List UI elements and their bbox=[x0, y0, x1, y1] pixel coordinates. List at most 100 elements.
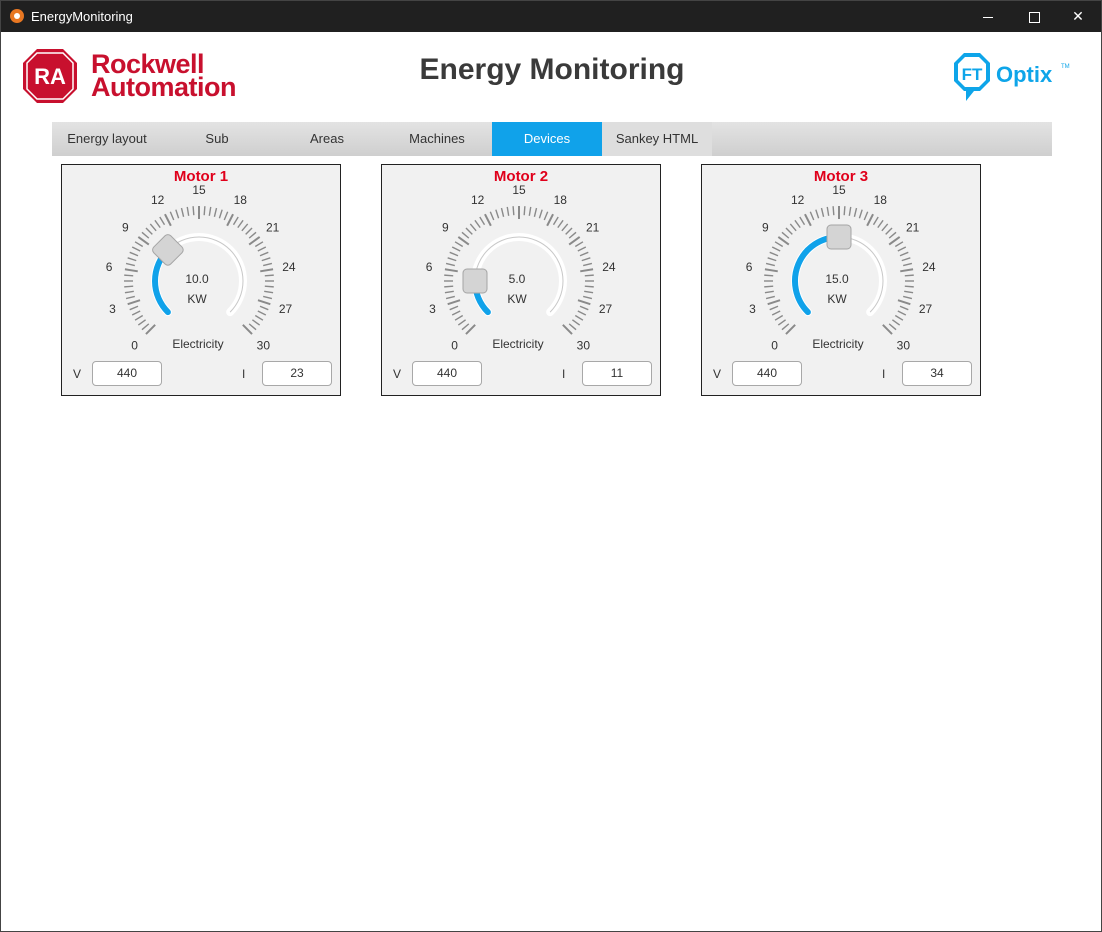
gauge-tick bbox=[891, 319, 901, 326]
tab-sub[interactable]: Sub bbox=[162, 122, 272, 156]
gauge-tick bbox=[223, 211, 229, 221]
gauge-tick bbox=[248, 236, 261, 246]
gauge-tick-label: 12 bbox=[151, 193, 165, 207]
minimize-button[interactable] bbox=[965, 1, 1011, 32]
gauge-tick bbox=[820, 207, 825, 217]
gauge-knob[interactable] bbox=[826, 224, 852, 250]
gauge-tick bbox=[764, 268, 778, 273]
gauge-tick bbox=[461, 323, 470, 331]
voltage-field[interactable]: 440 bbox=[412, 361, 482, 386]
gauge-tick bbox=[213, 207, 218, 217]
gauge-tick bbox=[447, 257, 457, 262]
gauge-tick bbox=[449, 305, 459, 311]
gauge-tick bbox=[259, 305, 269, 311]
gauge-tick bbox=[242, 324, 253, 335]
gauge-tick bbox=[543, 211, 549, 221]
current-label: I bbox=[242, 367, 246, 381]
gauge-unit: KW bbox=[187, 292, 207, 306]
gauge-tick bbox=[145, 227, 153, 235]
gauge-tick bbox=[853, 207, 858, 217]
gauge-tick bbox=[449, 251, 459, 257]
gauge-tick bbox=[581, 257, 591, 262]
close-icon: ✕ bbox=[1072, 8, 1084, 24]
gauge-tick bbox=[579, 251, 589, 257]
voltage-field[interactable]: 440 bbox=[732, 361, 802, 386]
gauge-tick bbox=[777, 236, 790, 246]
maximize-button[interactable] bbox=[1011, 1, 1057, 32]
tab-energy-layout[interactable]: Energy layout bbox=[52, 122, 162, 156]
gauge-tick bbox=[248, 231, 257, 239]
gauge-tick bbox=[489, 211, 495, 221]
gauge-tick bbox=[134, 314, 144, 321]
gauge-tick bbox=[894, 314, 904, 321]
gauge-tick bbox=[769, 305, 779, 311]
voltage-label: V bbox=[713, 367, 722, 381]
gauge-label: Electricity bbox=[492, 337, 544, 351]
gauge-tick bbox=[568, 323, 577, 331]
gauge-tick bbox=[127, 257, 137, 262]
gauge-tick bbox=[774, 241, 784, 248]
gauge-tick bbox=[129, 251, 139, 257]
gauge-tick bbox=[451, 310, 461, 316]
tab-sankey-html[interactable]: Sankey HTML bbox=[602, 122, 712, 156]
gauge-tick bbox=[254, 241, 264, 248]
gauge-tick bbox=[904, 285, 914, 288]
gauge-tick-label: 21 bbox=[586, 221, 600, 235]
gauge-tick bbox=[523, 206, 526, 216]
gauge-tick bbox=[574, 241, 584, 248]
tab-areas[interactable]: Areas bbox=[272, 122, 382, 156]
gauge-tick bbox=[484, 213, 492, 227]
voltage-field[interactable]: 440 bbox=[92, 361, 162, 386]
current-field[interactable]: 11 bbox=[582, 361, 652, 386]
gauge-label: Electricity bbox=[812, 337, 864, 351]
current-label: I bbox=[882, 367, 886, 381]
power-gauge: 036912151821242730 bbox=[746, 183, 936, 352]
gauge-tick bbox=[781, 323, 790, 331]
gauge-tick bbox=[192, 206, 195, 216]
gauge-tick bbox=[175, 209, 180, 219]
gauge-tick bbox=[764, 285, 774, 288]
voltage-label: V bbox=[393, 367, 402, 381]
gauge-tick bbox=[815, 209, 820, 219]
gauge-label: Electricity bbox=[172, 337, 224, 351]
gauge-tick-label: 15 bbox=[192, 183, 206, 197]
gauge-tick bbox=[769, 251, 779, 257]
gauge-tick bbox=[826, 206, 830, 216]
gauge-tick bbox=[899, 305, 909, 311]
gauge-tick bbox=[767, 257, 777, 262]
gauge-tick bbox=[129, 305, 139, 311]
gauge-tick bbox=[901, 257, 911, 262]
gauge-tick bbox=[900, 268, 914, 273]
power-gauge: 036912151821242730 bbox=[106, 183, 296, 352]
gauge-value: 15.0 bbox=[825, 272, 849, 286]
gauge-tick bbox=[263, 262, 273, 267]
gauge-tick bbox=[457, 236, 470, 246]
gauge-tick bbox=[877, 219, 884, 229]
gauge-tick bbox=[245, 227, 253, 235]
tab-devices[interactable]: Devices bbox=[492, 122, 602, 156]
gauge-tick bbox=[125, 262, 135, 267]
gauge-tick bbox=[257, 246, 267, 252]
gauge-tick bbox=[124, 268, 138, 273]
app-icon bbox=[10, 9, 24, 23]
gauge-tick bbox=[561, 223, 569, 232]
gauge-tick bbox=[457, 319, 467, 326]
current-field[interactable]: 23 bbox=[262, 361, 332, 386]
gauge-tick bbox=[479, 216, 486, 226]
gauge-tick bbox=[169, 211, 175, 221]
ft-optix-logo-icon: FT Optix TM bbox=[954, 53, 1070, 101]
current-field[interactable]: 34 bbox=[902, 361, 972, 386]
gauge-tick bbox=[259, 251, 269, 257]
gauge-tick bbox=[445, 262, 455, 267]
gauge-knob-face[interactable] bbox=[826, 224, 852, 250]
gauge-unit: KW bbox=[827, 292, 847, 306]
device-card: Motor 3 0 3 6 9 12 15 18 21 24 27 30 15.0 KW Elect… bbox=[701, 164, 981, 396]
gauge-tick bbox=[232, 216, 239, 226]
gauge-tick-label: 12 bbox=[791, 193, 805, 207]
gauge-tick-label: 21 bbox=[266, 221, 280, 235]
tab-machines[interactable]: Machines bbox=[382, 122, 492, 156]
page-title: Energy Monitoring bbox=[419, 53, 685, 86]
close-button[interactable]: ✕ bbox=[1055, 1, 1101, 32]
gauge-tick bbox=[899, 251, 909, 257]
gauge-tick bbox=[469, 223, 477, 232]
